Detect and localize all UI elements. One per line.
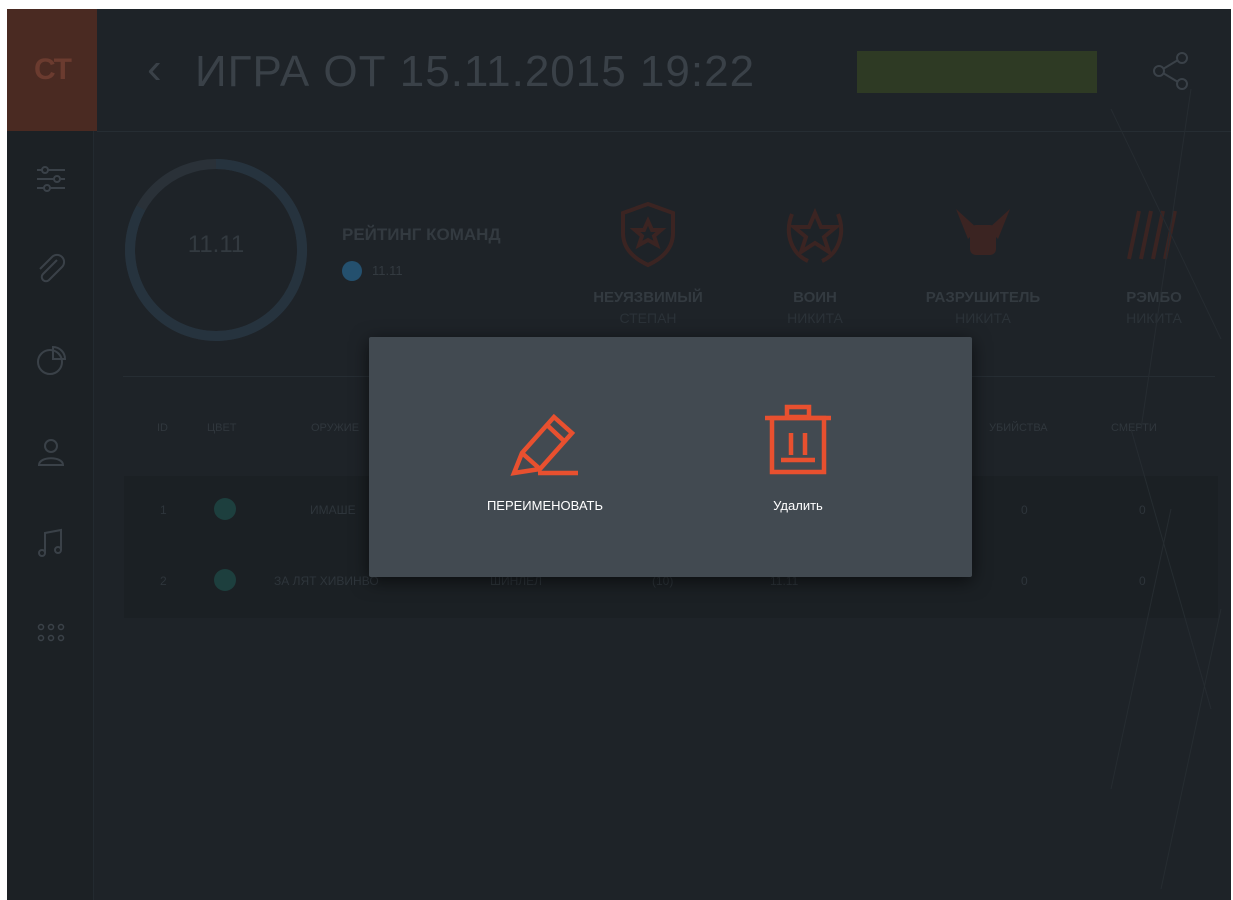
page-title: ИГРА ОТ 15.11.2015 19:22 — [195, 47, 756, 96]
user-icon[interactable] — [29, 430, 73, 474]
logo: CT — [7, 9, 97, 131]
color-dot — [214, 498, 236, 520]
grid-dots-icon[interactable] — [29, 612, 73, 656]
award-name: РАЗРУШИТЕЛЬ — [925, 289, 1041, 306]
cell-id: 1 — [160, 503, 167, 517]
rename-label: ПЕРЕИМЕНОВАТЬ — [486, 498, 604, 513]
cell-kills: 0 — [1021, 503, 1028, 517]
column-header-id[interactable]: ID — [157, 422, 168, 434]
team-color-dot — [342, 261, 362, 281]
delete-button[interactable]: Удалить — [698, 403, 898, 513]
award-player: НИКИТА — [787, 310, 843, 326]
award-player: СТЕПАН — [619, 310, 677, 326]
cell-weapon: ИМАШЕ — [310, 503, 356, 517]
pie-chart-icon[interactable] — [29, 339, 73, 383]
column-header-kills[interactable]: УБИЙСТВА — [989, 422, 1048, 434]
award-player: НИКИТА — [955, 310, 1011, 326]
paperclip-icon[interactable] — [29, 248, 73, 292]
award-invulnerable: НЕУЯЗВИМЫЙ СТЕПАН — [573, 199, 723, 326]
cell-weapon: ЗА ЛЯТ ХИВИНВО — [274, 574, 379, 588]
header: ‹ ИГРА ОТ 15.11.2015 19:22 — [97, 9, 1231, 132]
rename-button[interactable]: ПЕРЕИМЕНОВАТЬ — [445, 403, 645, 513]
back-chevron-icon[interactable]: ‹ — [147, 47, 162, 91]
cell-id: 2 — [160, 574, 167, 588]
context-dialog: ПЕРЕИМЕНОВАТЬ Удалить — [369, 337, 972, 577]
fist-icon — [948, 199, 1018, 269]
app-window: CT ‹ ИГРА ОТ 15.11.2015 19:22 11.11 РЕЙТ… — [7, 9, 1231, 900]
color-dot — [214, 569, 236, 591]
music-icon[interactable] — [29, 521, 73, 565]
rating-title: РЕЙТИНГ КОМАНД — [342, 225, 501, 244]
rating-value: 11.11 — [372, 263, 403, 278]
pencil-icon — [506, 403, 584, 481]
delete-label: Удалить — [773, 498, 823, 513]
award-destroyer: РАЗРУШИТЕЛЬ НИКИТА — [908, 199, 1058, 326]
column-header-color[interactable]: ЦВЕТ — [207, 422, 237, 434]
ring-value: 11.11 — [187, 231, 245, 258]
shield-star-icon — [613, 199, 683, 269]
logo-text: CT — [34, 53, 72, 86]
column-header-weapon[interactable]: ОРУЖИЕ — [311, 422, 359, 434]
sidebar: CT — [7, 9, 97, 900]
award-name: НЕУЯЗВИМЫЙ — [593, 289, 703, 306]
cell-kills: 0 — [1021, 574, 1028, 588]
header-action-button[interactable] — [857, 51, 1097, 93]
sliders-icon[interactable] — [29, 157, 73, 201]
award-warrior: ВОИН НИКИТА — [740, 199, 890, 326]
trash-icon — [759, 403, 837, 481]
background-decoration — [1110, 88, 1222, 890]
wreath-star-icon — [780, 199, 850, 269]
award-name: ВОИН — [793, 289, 837, 306]
